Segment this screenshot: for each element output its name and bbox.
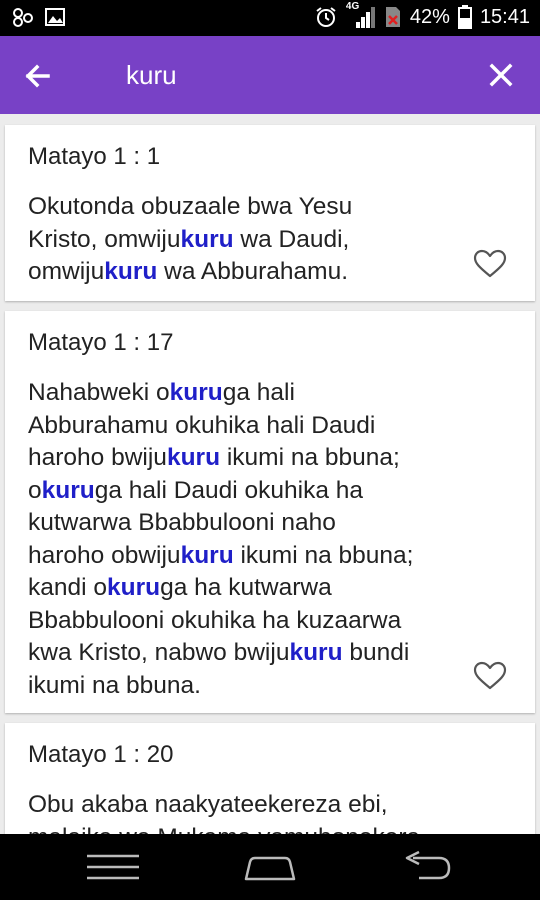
search-match: kuru bbox=[41, 476, 95, 504]
verse-line: Bbabbulooni okuhika ha kuzaarwa bbox=[28, 605, 478, 638]
app-bar: kuru bbox=[0, 36, 540, 114]
verse-fragment: ga hali Daudi okuhika ha bbox=[94, 476, 364, 504]
verse-line: ikumi na bbuna. bbox=[28, 670, 478, 703]
close-search-button[interactable] bbox=[484, 58, 518, 92]
verse-reference: Matayo 1 : 17 bbox=[28, 329, 174, 356]
network-type: 4G bbox=[345, 1, 360, 12]
verse-line: Nahabweki okuruga hali bbox=[28, 377, 478, 410]
verse-fragment: haroho bwiju bbox=[28, 444, 167, 471]
verse-fragment: Obu akaba naakyateekereza ebi, bbox=[28, 791, 388, 818]
verse-line: Okutonda obuzaale bwa Yesu bbox=[28, 191, 478, 224]
close-icon bbox=[489, 63, 513, 87]
verse-line: Obu akaba naakyateekereza ebi, bbox=[28, 789, 478, 822]
favorite-button[interactable] bbox=[473, 661, 507, 691]
result-card[interactable]: Matayo 1 : 20 Obu akaba naakyateekereza … bbox=[5, 723, 535, 834]
image-notification-icon bbox=[45, 8, 65, 26]
verse-fragment: Okutonda obuzaale bwa Yesu bbox=[28, 193, 353, 220]
verse-text: Obu akaba naakyateekereza ebi, malaika wa… bbox=[28, 789, 478, 834]
heart-outline-icon bbox=[473, 249, 507, 278]
verse-fragment: kandi o bbox=[28, 574, 108, 601]
verse-fragment: Kristo, omwiju bbox=[28, 225, 181, 253]
verse-fragment: kwa Kristo, nabwo bwiju bbox=[28, 639, 290, 666]
battery-icon bbox=[457, 5, 472, 29]
verse-fragment: ga ha kutwarwa bbox=[160, 574, 332, 601]
verse-line: haroho bwijukuru ikumi na bbuna; bbox=[28, 442, 478, 475]
search-match: kuru bbox=[104, 258, 158, 285]
search-match: kuru bbox=[166, 444, 221, 471]
heart-outline-icon bbox=[473, 661, 507, 690]
navigation-bar bbox=[0, 834, 540, 900]
result-card[interactable]: Matayo 1 : 1 Okutonda obuzaale bwa Yesu K… bbox=[5, 125, 535, 301]
verse-fragment: Nahabweki o bbox=[28, 379, 170, 406]
nav-back-button[interactable] bbox=[382, 844, 472, 890]
signal-indicator: 4G bbox=[345, 1, 376, 30]
verse-reference: Matayo 1 : 1 bbox=[28, 143, 161, 170]
verse-fragment: ikumi na bbuna; bbox=[233, 541, 414, 569]
verse-line: Kristo, omwijukuru wa Daudi, bbox=[28, 224, 478, 257]
verse-line: kutwarwa Bbabbulooni naho bbox=[28, 507, 478, 540]
arrow-left-icon bbox=[25, 64, 50, 88]
verse-line: Abburahamu okuhika hali Daudi bbox=[28, 410, 478, 443]
back-icon bbox=[405, 850, 451, 880]
verse-line: omwijukuru wa Abburahamu. bbox=[28, 256, 478, 289]
search-match: kuru bbox=[180, 541, 234, 569]
verse-line: malaika wa Mukama yamubonekera bbox=[28, 822, 478, 835]
results-list[interactable]: Matayo 1 : 1 Okutonda obuzaale bwa Yesu K… bbox=[0, 114, 540, 834]
battery-percent: 42% bbox=[409, 5, 450, 28]
search-match: kuru bbox=[180, 225, 234, 253]
menu-icon bbox=[87, 854, 139, 880]
verse-line: haroho obwijukuru ikumi na bbuna; bbox=[28, 540, 478, 573]
home-icon bbox=[244, 856, 296, 881]
no-sim-icon bbox=[385, 7, 400, 27]
verse-fragment: ikumi na bbuna; bbox=[220, 444, 400, 471]
verse-fragment: bundi bbox=[342, 639, 410, 666]
verse-fragment: ga hali bbox=[222, 379, 295, 406]
search-match: kuru bbox=[289, 639, 343, 666]
menu-button[interactable] bbox=[68, 844, 158, 890]
verse-fragment: malaika wa Mukama yamubonekera bbox=[28, 824, 420, 835]
verse-fragment: Bbabbulooni okuhika ha kuzaarwa bbox=[28, 606, 402, 634]
notification-app-icon bbox=[13, 8, 33, 27]
alarm-icon bbox=[316, 7, 336, 27]
verse-text: Nahabweki okuruga hali Abburahamu okuhika… bbox=[28, 377, 478, 702]
verse-fragment: o bbox=[28, 476, 42, 504]
verse-fragment: wa Abburahamu. bbox=[157, 258, 349, 285]
verse-fragment: haroho obwiju bbox=[28, 541, 181, 569]
verse-line: kandi okuruga ha kutwarwa bbox=[28, 572, 478, 605]
verse-fragment: wa Daudi, bbox=[233, 225, 350, 253]
search-match: kuru bbox=[169, 379, 223, 406]
verse-fragment: kutwarwa Bbabbulooni naho bbox=[28, 509, 336, 536]
verse-line: kwa Kristo, nabwo bwijukuru bundi bbox=[28, 637, 478, 670]
search-match: kuru bbox=[107, 574, 161, 601]
favorite-button[interactable] bbox=[473, 249, 507, 279]
verse-line: okuruga hali Daudi okuhika ha bbox=[28, 475, 478, 508]
verse-reference: Matayo 1 : 20 bbox=[28, 741, 174, 768]
search-query[interactable]: kuru bbox=[126, 56, 177, 94]
home-button[interactable] bbox=[225, 844, 315, 890]
verse-fragment: omwiju bbox=[28, 258, 105, 285]
back-button[interactable] bbox=[18, 56, 58, 96]
result-card[interactable]: Matayo 1 : 17 Nahabweki okuruga hali Abbu… bbox=[5, 311, 535, 713]
clock: 15:41 bbox=[479, 5, 530, 28]
verse-fragment: ikumi na bbuna. bbox=[28, 671, 201, 699]
verse-fragment: Abburahamu okuhika hali Daudi bbox=[28, 411, 376, 439]
status-bar: 4G 42% 15:41 bbox=[0, 0, 540, 36]
verse-text: Okutonda obuzaale bwa Yesu Kristo, omwiju… bbox=[28, 191, 478, 289]
